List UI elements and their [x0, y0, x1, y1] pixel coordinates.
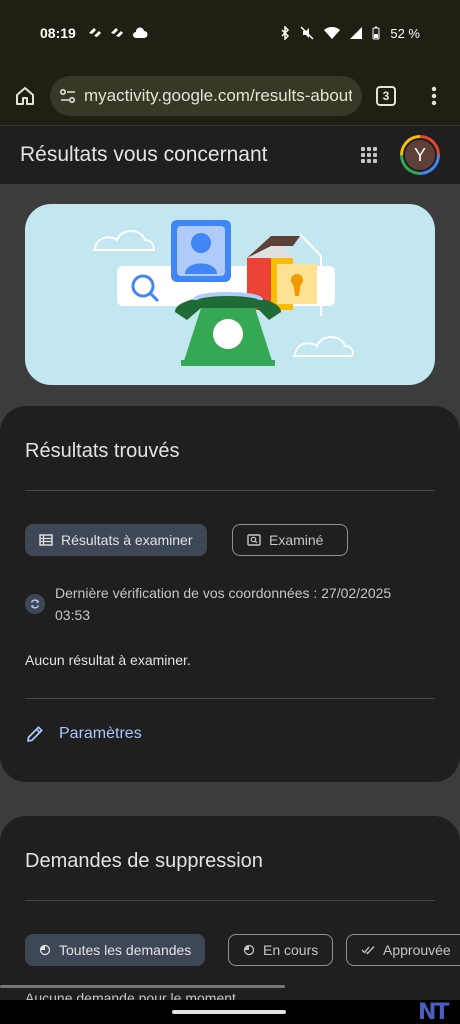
avatar: Y — [403, 138, 437, 172]
chip-label: Résultats à examiner — [61, 532, 193, 548]
address-bar[interactable]: myactivity.google.com/results-about-you — [50, 75, 362, 116]
bluetooth-icon — [281, 26, 290, 40]
privacy-illustration — [93, 220, 354, 366]
battery-level: 52 % — [390, 25, 420, 41]
battery-icon — [372, 26, 380, 40]
google-apps-button[interactable] — [358, 144, 380, 166]
chip-label: Examiné — [269, 532, 324, 548]
main-content: Résultats trouvés Résultats à examiner E… — [0, 184, 460, 1000]
sync-icon — [25, 594, 45, 614]
wifi-icon — [324, 26, 341, 39]
chip-all-requests[interactable]: Toutes les demandes — [25, 934, 206, 966]
removal-requests-card: Demandes de suppression Toutes les deman… — [0, 816, 460, 1000]
watermark-logo: NT — [418, 1000, 449, 1024]
status-bar: 08:19 52 % — [0, 0, 460, 66]
results-card: Résultats trouvés Résultats à examiner E… — [0, 406, 460, 782]
account-avatar-button[interactable]: Y — [400, 135, 440, 175]
empty-results-message: Aucun résultat à examiner. — [25, 652, 191, 668]
divider — [25, 490, 435, 491]
list-icon — [39, 534, 53, 546]
hero-illustration — [25, 204, 435, 385]
double-check-icon — [361, 945, 375, 955]
chip-reviewed[interactable]: Examiné — [232, 524, 348, 556]
more-vert-icon — [431, 86, 437, 105]
empty-requests-message: Aucune demande pour le moment — [25, 990, 236, 1000]
cloud-icon — [132, 27, 148, 38]
settings-label: Paramètres — [59, 725, 142, 742]
chip-label: Approuvée — [383, 942, 451, 958]
chip-approved[interactable]: Approuvée — [346, 934, 460, 966]
chip-in-progress[interactable]: En cours — [228, 934, 334, 966]
removal-card-title: Demandes de suppression — [25, 850, 263, 872]
chip-results-to-review[interactable]: Résultats à examiner — [25, 524, 207, 556]
browser-toolbar: myactivity.google.com/results-about-you … — [0, 66, 460, 126]
horizontal-scrollbar[interactable] — [0, 985, 285, 988]
notification-icon — [88, 28, 101, 37]
results-card-title: Résultats trouvés — [25, 440, 180, 462]
page-title: Résultats vous concernant — [20, 143, 268, 166]
notification-icons — [88, 27, 148, 39]
last-check-row: Dernière vérification de vos coordonnées… — [25, 582, 425, 626]
pie-icon — [243, 944, 255, 956]
browser-menu-button[interactable] — [424, 81, 444, 111]
status-time: 08:19 — [40, 25, 76, 41]
signal-icon — [350, 27, 363, 39]
gesture-home-handle[interactable] — [172, 1010, 286, 1014]
edit-pencil-icon — [27, 726, 43, 742]
site-settings-icon — [60, 88, 75, 103]
divider — [25, 698, 435, 699]
notification-icon — [110, 28, 123, 37]
pie-icon — [39, 944, 51, 956]
home-button[interactable] — [10, 81, 40, 111]
url-text: myactivity.google.com/results-about-you — [84, 85, 352, 105]
settings-link[interactable]: Paramètres — [25, 724, 142, 744]
mute-icon — [300, 26, 314, 40]
app-header: Résultats vous concernant Y — [0, 126, 460, 184]
chip-label: Toutes les demandes — [59, 942, 192, 958]
chip-label: En cours — [263, 942, 319, 958]
home-icon — [16, 86, 34, 105]
search-image-icon — [247, 534, 261, 546]
last-check-text: Dernière vérification de vos coordonnées… — [55, 585, 392, 623]
apps-grid-icon — [361, 147, 377, 163]
tab-switcher-button[interactable]: 3 — [376, 85, 396, 106]
divider — [25, 900, 435, 901]
